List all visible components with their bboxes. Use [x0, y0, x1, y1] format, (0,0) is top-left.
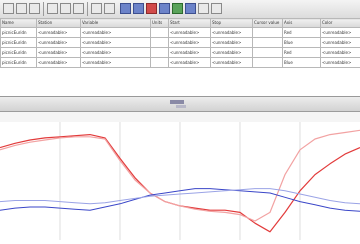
undo-icon[interactable] [91, 3, 102, 14]
column-header[interactable]: Cursor value [253, 19, 283, 28]
cut-icon[interactable] [47, 3, 58, 14]
cell-units [151, 28, 169, 38]
toolbar-separator [43, 2, 44, 16]
chart-canvas [0, 122, 360, 240]
cell-units [151, 38, 169, 48]
cell-color: <unreadable> [321, 38, 360, 48]
column-header[interactable]: Start [169, 19, 211, 28]
cell-cursor [253, 58, 283, 68]
splitter-grip[interactable] [170, 100, 184, 104]
table-icon[interactable] [159, 3, 170, 14]
table-row[interactable]: picnicEuridn <unreadable> <unreadable> <… [1, 58, 360, 68]
cell-name: picnicEuridn [1, 28, 37, 38]
cell-stop: <unreadable> [211, 48, 253, 58]
zoom-in-icon[interactable] [120, 3, 131, 14]
column-header[interactable]: Name [1, 19, 37, 28]
toolbar-separator [87, 2, 88, 16]
cell-name: picnicEuridn [1, 58, 37, 68]
save-icon[interactable] [16, 3, 27, 14]
cell-variable: <unreadable> [81, 58, 151, 68]
cell-cursor [253, 48, 283, 58]
cell-stop: <unreadable> [211, 58, 253, 68]
cell-variable: <unreadable> [81, 28, 151, 38]
cell-color: <unreadable> [321, 28, 360, 38]
chart-icon[interactable] [146, 3, 157, 14]
series-table: Name Station Variable Units Start Stop C… [0, 18, 360, 97]
copy-icon[interactable] [60, 3, 71, 14]
column-header[interactable]: Axis [283, 19, 321, 28]
cell-name: picnicEuridn [1, 38, 37, 48]
cell-axis: Blue [283, 38, 321, 48]
table-header: Name Station Variable Units Start Stop C… [1, 19, 360, 28]
print-icon[interactable] [29, 3, 40, 14]
cell-start: <unreadable> [169, 48, 211, 58]
cell-cursor [253, 38, 283, 48]
column-header[interactable]: Color [321, 19, 360, 28]
pane-splitter[interactable] [0, 97, 360, 112]
column-header[interactable]: Station [37, 19, 81, 28]
paste-icon[interactable] [73, 3, 84, 14]
filter-icon[interactable] [172, 3, 183, 14]
table-row[interactable]: picnicEuridn <unreadable> <unreadable> <… [1, 38, 360, 48]
table-row[interactable]: picnicEuridn <unreadable> <unreadable> <… [1, 28, 360, 38]
cell-stop: <unreadable> [211, 38, 253, 48]
cell-axis: Red [283, 28, 321, 38]
cell-units [151, 58, 169, 68]
cell-station: <unreadable> [37, 58, 81, 68]
cell-units [151, 48, 169, 58]
table-row[interactable]: picnicEuridn <unreadable> <unreadable> <… [1, 48, 360, 58]
cell-variable: <unreadable> [81, 48, 151, 58]
cell-stop: <unreadable> [211, 28, 253, 38]
cell-axis: Blue [283, 58, 321, 68]
cell-station: <unreadable> [37, 28, 81, 38]
splitter-graphic [0, 98, 360, 112]
redo-icon[interactable] [104, 3, 115, 14]
cell-color: <unreadable> [321, 58, 360, 68]
open-icon[interactable] [3, 3, 14, 14]
line-chart[interactable] [0, 122, 360, 240]
cell-start: <unreadable> [169, 58, 211, 68]
cell-station: <unreadable> [37, 48, 81, 58]
cell-axis: Red [283, 48, 321, 58]
zoom-out-icon[interactable] [133, 3, 144, 14]
column-header[interactable]: Units [151, 19, 169, 28]
toolbar [0, 0, 360, 19]
cell-name: picnicEuridn [1, 48, 37, 58]
cell-variable: <unreadable> [81, 38, 151, 48]
column-header[interactable]: Stop [211, 19, 253, 28]
cell-color: <unreadable> [321, 48, 360, 58]
refresh-icon[interactable] [185, 3, 196, 14]
cell-cursor [253, 28, 283, 38]
column-header[interactable]: Variable [81, 19, 151, 28]
help-icon[interactable] [211, 3, 222, 14]
cell-start: <unreadable> [169, 28, 211, 38]
settings-icon[interactable] [198, 3, 209, 14]
cell-station: <unreadable> [37, 38, 81, 48]
splitter-grip[interactable] [176, 105, 186, 108]
cell-start: <unreadable> [169, 38, 211, 48]
